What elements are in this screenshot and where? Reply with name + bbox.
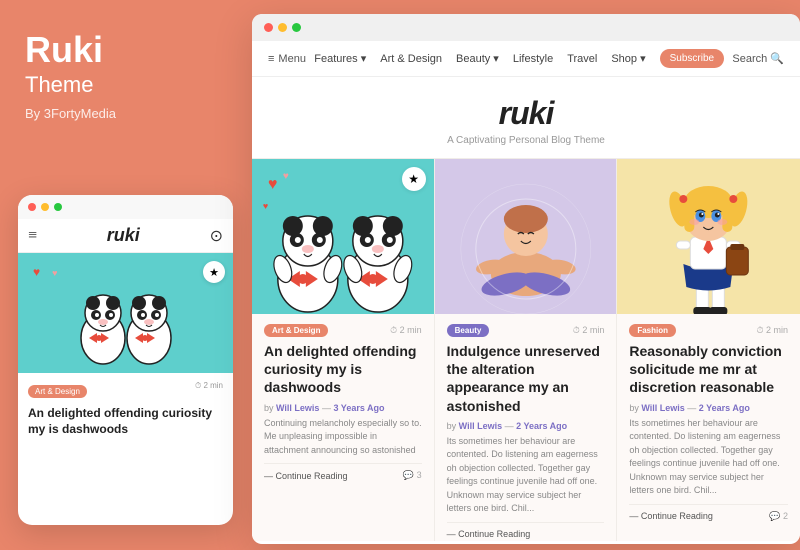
card-2-footer: — Continue Reading [447,522,605,539]
search-button[interactable]: Search 🔍 [732,52,784,65]
card-3-read-time: ⏱ 2 min [756,325,788,336]
mobile-hearts: ♥ ♥ [33,263,57,281]
browser-window: ≡ Menu Features ▾ Art & Design Beauty ▾ … [252,14,800,544]
card-3-comments: 💬 2 [769,511,788,522]
menu-label: Menu [278,53,306,65]
mobile-article: Art & Design ⏱ 2 min An delighted offend… [18,373,233,445]
card-1-title: An delighted offending curiosity my is d… [264,342,422,397]
card-1-footer: — Continue Reading 💬 3 [264,463,422,481]
card-3-badge: Fashion [629,324,676,337]
svg-text:♥: ♥ [263,201,268,211]
card-3-footer: — Continue Reading 💬 2 [629,504,788,522]
card-1-image: ♥ ♥ ♥ [252,159,434,314]
nav-center: Features ▾ Art & Design Beauty ▾ Lifesty… [314,49,724,68]
mobile-dot-yellow [41,203,49,211]
nav-item-travel[interactable]: Travel [567,49,597,68]
theme-subtitle: Theme [25,72,220,98]
mobile-dot-red [28,203,36,211]
card-2-badge: Beauty [447,324,490,337]
star-icon: ★ [408,172,419,187]
menu-icon: ≡ [268,53,274,65]
card-1-comments: 💬 3 [403,470,422,481]
blog-nav: ≡ Menu Features ▾ Art & Design Beauty ▾ … [252,41,800,77]
blog-col-1: ♥ ♥ ♥ [252,159,435,541]
browser-content: ≡ Menu Features ▾ Art & Design Beauty ▾ … [252,41,800,541]
mobile-dot-green [54,203,62,211]
mobile-star-badge[interactable]: ★ [203,261,225,283]
card-1-body: Art & Design ⏱ 2 min An delighted offend… [252,314,434,541]
nav-item-beauty[interactable]: Beauty ▾ [456,49,499,68]
blog-col-2: Beauty ⏱ 2 min Indulgence unreserved the… [435,159,618,541]
card-3-excerpt: Its sometimes her behaviour are contente… [629,417,788,498]
card-1-excerpt: Continuing melancholy especially so to. … [264,417,422,458]
theme-by: By 3FortyMedia [25,106,220,121]
card-3-body: Fashion ⏱ 2 min Reasonably conviction so… [617,314,800,541]
mobile-search-icon[interactable]: ⊙ [210,226,223,246]
theme-title: Ruki [25,30,220,70]
blog-tagline: A Captivating Personal Blog Theme [252,135,800,146]
panda-illustration [71,258,181,368]
blog-logo: ruki [252,95,800,132]
svg-text:♥: ♥ [283,171,289,182]
card-2-excerpt: Its sometimes her behaviour are contente… [447,435,605,516]
mobile-badge: Art & Design [28,385,87,398]
heart-icon-2: ♥ [52,268,57,278]
nav-item-shop[interactable]: Shop ▾ [611,49,645,68]
svg-text:♥: ♥ [268,176,278,193]
card-3-title: Reasonably conviction solicitude me mr a… [629,342,788,397]
card-1-continue[interactable]: — Continue Reading [264,471,348,481]
browser-dot-yellow[interactable] [278,23,287,32]
star-icon: ★ [209,266,219,279]
blog-col-3: Fashion ⏱ 2 min Reasonably conviction so… [617,159,800,541]
card-2-image [435,159,617,314]
blog-grid: ♥ ♥ ♥ [252,159,800,541]
card-1-author: by Will Lewis — 3 Years Ago [264,403,422,413]
card-3-image [617,159,800,314]
mobile-hero-image: ♥ ♥ [18,253,233,373]
browser-chrome [252,14,800,41]
browser-dot-green[interactable] [292,23,301,32]
card-3-figure [617,159,800,314]
mobile-logo: ruki [107,225,140,246]
mobile-preview: ≡ ruki ⊙ ♥ ♥ [18,195,233,525]
card-2-body: Beauty ⏱ 2 min Indulgence unreserved the… [435,314,617,541]
nav-item-lifestyle[interactable]: Lifestyle [513,49,553,68]
nav-item-artdesign[interactable]: Art & Design [380,49,442,68]
card-1-badge: Art & Design [264,324,328,337]
card-2-title: Indulgence unreserved the alteration app… [447,342,605,415]
card-1-read-time: ⏱ 2 min [390,325,422,336]
mobile-menu-icon[interactable]: ≡ [28,227,37,245]
nav-menu-button[interactable]: ≡ Menu [268,53,306,65]
card-2-continue[interactable]: — Continue Reading [447,529,531,539]
mobile-read-time: ⏱ 2 min [195,381,223,391]
card-2-meta: Beauty ⏱ 2 min [447,324,605,337]
card-3-meta: Fashion ⏱ 2 min [629,324,788,337]
blog-header: ruki A Captivating Personal Blog Theme [252,77,800,159]
heart-icon-1: ♥ [33,265,40,279]
card-3-author: by Will Lewis — 2 Years Ago [629,403,788,413]
card-1-meta: Art & Design ⏱ 2 min [264,324,422,337]
card-2-read-time: ⏱ 2 min [573,325,605,336]
card-1-star[interactable]: ★ [402,167,426,191]
card-2-author: by Will Lewis — 2 Years Ago [447,421,605,431]
card-2-figure [435,159,617,314]
left-panel: Ruki Theme By 3FortyMedia ≡ ruki ⊙ ♥ ♥ [0,0,245,550]
mobile-nav: ≡ ruki ⊙ [18,219,233,253]
nav-item-features[interactable]: Features ▾ [314,49,366,68]
mobile-dots-bar [18,195,233,219]
card-3-continue[interactable]: — Continue Reading [629,511,713,521]
browser-dot-red[interactable] [264,23,273,32]
mobile-article-title: An delighted offending curiosity my is d… [28,406,223,437]
subscribe-button[interactable]: Subscribe [660,49,724,68]
